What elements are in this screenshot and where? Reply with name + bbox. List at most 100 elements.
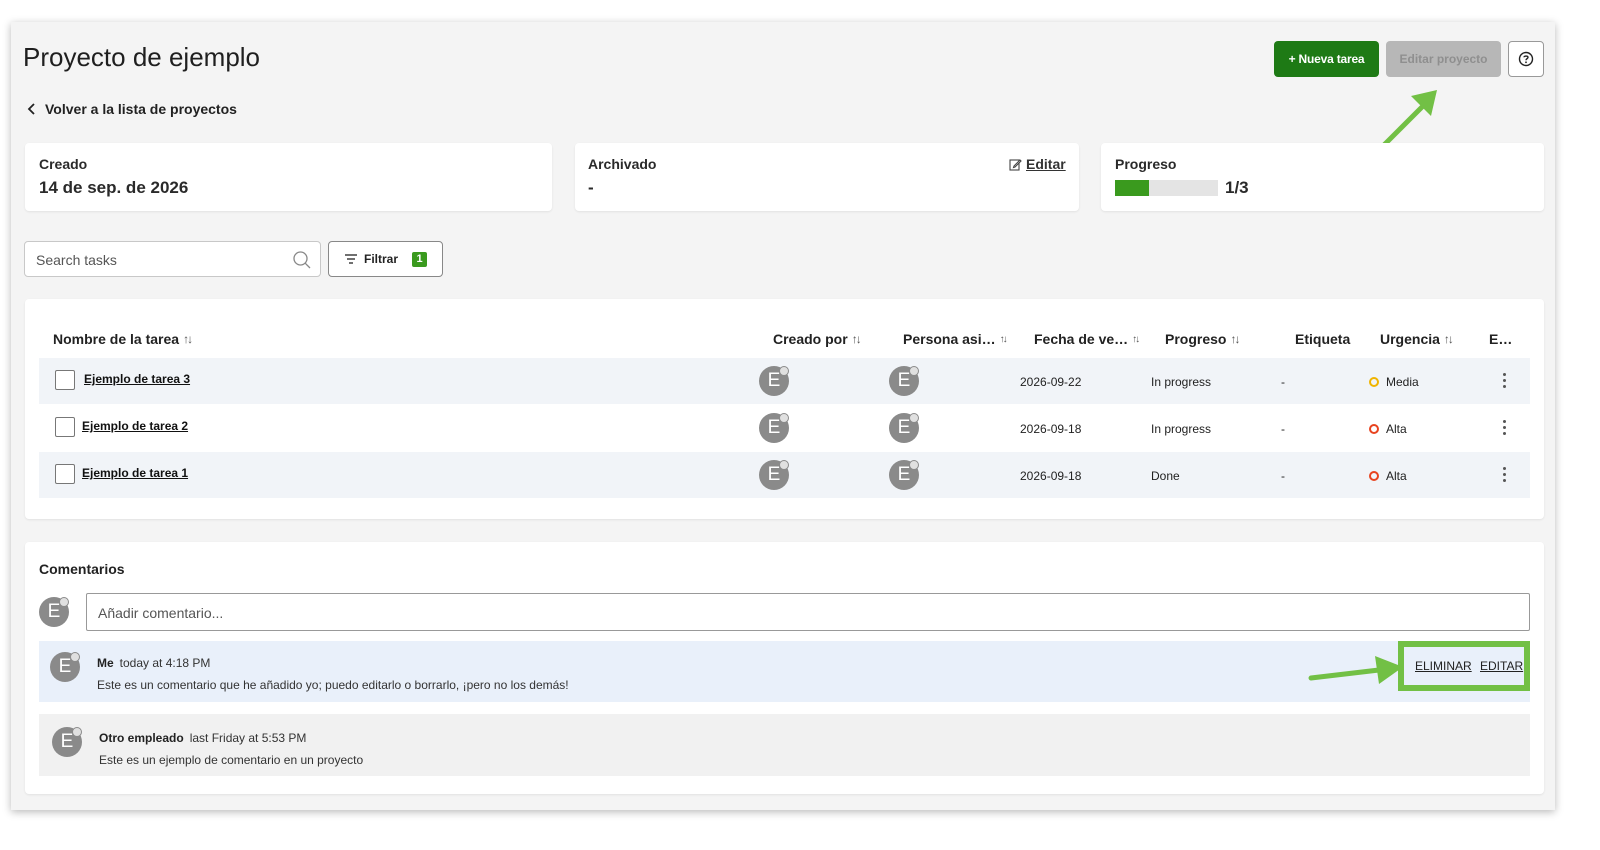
progress-status: In progress (1151, 422, 1212, 436)
column-header-progress[interactable]: Progreso ↑↓ (1165, 331, 1240, 347)
comment-time: today at 4:18 PM (119, 656, 211, 670)
column-header-progress-label: Progreso (1165, 331, 1227, 347)
new-task-button[interactable]: + Nueva tarea (1274, 41, 1379, 77)
question-circle-icon (1518, 51, 1534, 67)
row-checkbox[interactable] (55, 464, 75, 484)
tasks-table: Nombre de la tarea ↑↓ Creado por ↑↓ Person… (25, 299, 1544, 519)
column-header-extra-label: E… (1489, 331, 1513, 347)
task-name-link[interactable]: Ejemplo de tarea 1 (82, 466, 188, 480)
sort-icon: ↑↓ (999, 333, 1008, 345)
avatar: E (759, 460, 789, 490)
column-header-assignee[interactable]: Persona asi… ↑↓ (903, 331, 1008, 347)
task-name-link[interactable]: Ejemplo de tarea 3 (84, 372, 190, 386)
created-card: Creado 14 de sep. de 2026 (25, 143, 552, 211)
avatar: E (39, 597, 69, 627)
urgency-dot-icon (1369, 424, 1379, 434)
archived-edit-link[interactable]: Editar (1009, 156, 1066, 172)
avatar: E (759, 413, 789, 443)
table-row[interactable]: Ejemplo de tarea 3 E E 2026-09-22 In pro… (39, 358, 1530, 404)
progress-status: Done (1151, 469, 1180, 483)
row-checkbox[interactable] (55, 417, 75, 437)
chevron-left-icon (27, 103, 35, 115)
sort-icon: ↑↓ (1230, 332, 1240, 346)
column-header-created-by[interactable]: Creado por ↑↓ (773, 331, 862, 347)
help-button[interactable] (1508, 41, 1544, 77)
column-header-assignee-label: Persona asi… (903, 331, 996, 347)
comment-time: last Friday at 5:53 PM (189, 731, 307, 745)
search-placeholder: Search tasks (36, 252, 117, 268)
column-header-tag-label: Etiqueta (1295, 331, 1351, 347)
progress-bar (1115, 180, 1218, 196)
progress-label: Progreso (1115, 156, 1177, 172)
progress-bar-fill (1115, 180, 1150, 196)
table-row[interactable]: Ejemplo de tarea 2 E E 2026-09-18 In pro… (39, 405, 1530, 451)
sort-icon: ↑↓ (1443, 332, 1454, 346)
column-header-extra[interactable]: E… (1489, 331, 1512, 347)
column-header-name[interactable]: Nombre de la tarea ↑↓ (53, 331, 193, 347)
back-link-label: Volver a la lista de proyectos (45, 101, 237, 117)
urgency-label: Alta (1386, 469, 1407, 483)
created-label: Creado (39, 156, 88, 172)
archived-value: - (588, 178, 594, 197)
column-header-urgency[interactable]: Urgencia ↑↓ (1380, 331, 1454, 347)
tag-value: - (1281, 422, 1285, 436)
tag-value: - (1281, 469, 1285, 483)
search-icon (293, 251, 311, 269)
filter-button[interactable]: Filtrar 1 (328, 241, 443, 277)
table-row[interactable]: Ejemplo de tarea 1 E E 2026-09-18 Done -… (39, 452, 1530, 498)
column-header-name-label: Nombre de la tarea (53, 331, 180, 347)
column-header-created-by-label: Creado por (773, 331, 848, 347)
task-name-link[interactable]: Ejemplo de tarea 2 (82, 419, 188, 433)
due-date: 2026-09-18 (1020, 469, 1082, 483)
comment-text: Este es un comentario que he añadido yo;… (97, 678, 569, 692)
column-header-due-date-label: Fecha de ve… (1034, 331, 1129, 347)
urgency-label: Alta (1386, 422, 1407, 436)
edit-pencil-icon (1009, 158, 1022, 171)
kebab-menu-icon[interactable] (1503, 373, 1507, 391)
column-header-urgency-label: Urgencia (1380, 331, 1440, 347)
due-date: 2026-09-22 (1020, 375, 1082, 389)
row-checkbox[interactable] (55, 370, 75, 390)
comments-title: Comentarios (39, 561, 125, 577)
annotation-arrow-right (1308, 656, 1403, 684)
urgency-dot-icon (1369, 377, 1379, 387)
comment-input[interactable]: Añadir comentario... (86, 593, 1530, 631)
column-header-tag: Etiqueta (1295, 331, 1350, 347)
sort-icon: ↑↓ (1132, 333, 1140, 345)
annotation-highlight-box (1398, 641, 1530, 691)
comment-meta: Me today at 4:18 PM (97, 654, 210, 672)
avatar: E (889, 413, 919, 443)
comment-author: Otro empleado (99, 731, 184, 745)
avatar: E (889, 460, 919, 490)
urgency-dot-icon (1369, 471, 1379, 481)
due-date: 2026-09-18 (1020, 422, 1082, 436)
kebab-menu-icon[interactable] (1503, 467, 1507, 485)
created-date: 14 de sep. de 2026 (39, 178, 189, 197)
urgency-label: Media (1386, 375, 1419, 389)
kebab-menu-icon[interactable] (1503, 420, 1507, 438)
comment-item: E Otro empleado last Friday at 5:53 PM Es… (39, 714, 1530, 776)
column-header-due-date[interactable]: Fecha de ve… ↑↓ (1034, 331, 1140, 347)
avatar: E (50, 652, 80, 682)
comment-text: Este es un ejemplo de comentario en un p… (99, 753, 364, 767)
archived-edit-label: Editar (1026, 156, 1066, 172)
sort-icon: ↑↓ (183, 332, 193, 346)
progress-status: In progress (1151, 375, 1212, 389)
progress-card: Progreso 1/3 (1101, 143, 1544, 211)
progress-value: 1/3 (1225, 178, 1249, 197)
back-link[interactable]: Volver a la lista de proyectos (27, 101, 237, 117)
avatar: E (52, 727, 82, 757)
urgency-badge: Media (1369, 375, 1419, 389)
comment-author: Me (97, 656, 114, 670)
avatar: E (889, 366, 919, 396)
tag-value: - (1281, 375, 1285, 389)
archived-label: Archivado (588, 156, 657, 172)
sort-icon: ↑↓ (851, 332, 862, 346)
avatar: E (759, 366, 789, 396)
comment-input-placeholder: Añadir comentario... (98, 605, 224, 621)
filter-lines-icon (344, 254, 357, 264)
archived-card: Archivado - Editar (575, 143, 1079, 211)
search-input[interactable]: Search tasks (24, 241, 321, 277)
edit-project-button[interactable]: Editar proyecto (1386, 41, 1501, 77)
filter-label: Filtrar (363, 252, 398, 266)
